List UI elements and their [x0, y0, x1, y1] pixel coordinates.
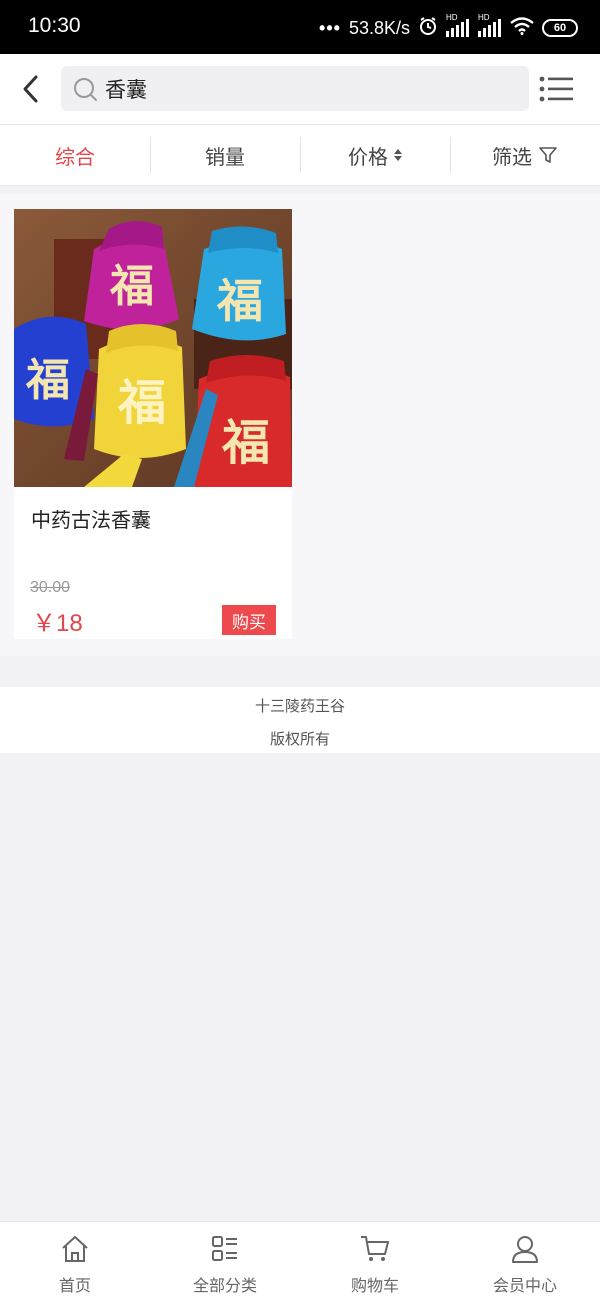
product-original-price: 30.00	[30, 579, 71, 596]
nav-label: 会员中心	[492, 1276, 557, 1295]
tab-sales[interactable]: 销量	[150, 125, 300, 185]
copyright-footer: 十三陵药王谷 版权所有	[0, 687, 600, 753]
search-header	[0, 54, 600, 124]
svg-text:福: 福	[216, 274, 263, 328]
chevron-left-icon	[23, 75, 38, 103]
tab-comprehensive[interactable]: 综合	[0, 125, 150, 185]
signal-icon-1: HD	[446, 13, 470, 37]
category-icon	[208, 1232, 242, 1266]
sort-tabs: 综合 销量 价格 筛选	[0, 124, 600, 186]
product-name: 中药古法香囊	[31, 508, 151, 532]
nav-cart[interactable]: 购物车	[300, 1222, 450, 1301]
search-input[interactable]	[105, 76, 505, 101]
network-speed: 53.8K/s	[348, 17, 410, 38]
nav-member-center[interactable]: 会员中心	[450, 1222, 600, 1301]
list-menu-button[interactable]	[534, 68, 578, 110]
search-box[interactable]	[61, 66, 529, 111]
tab-filter[interactable]: 筛选	[450, 125, 600, 185]
bottom-nav: 首页 全部分类 购物车 会员中心	[0, 1221, 600, 1301]
user-icon	[508, 1232, 542, 1266]
more-dots-icon: •••	[319, 17, 341, 38]
copyright-text: 版权所有	[269, 730, 330, 748]
list-icon	[539, 76, 573, 102]
home-icon	[58, 1232, 92, 1266]
nav-label: 全部分类	[192, 1276, 257, 1295]
product-card[interactable]: 福 福 福 福 福 中药古法香囊 30.00 ￥18 购买	[14, 209, 292, 639]
company-name: 十三陵药王谷	[254, 697, 345, 715]
nav-home[interactable]: 首页	[0, 1222, 150, 1301]
nav-label: 购物车	[350, 1276, 399, 1295]
search-icon	[71, 75, 99, 103]
svg-text:福: 福	[109, 261, 154, 312]
signal-icon-2: HD	[478, 13, 502, 37]
cart-icon	[358, 1232, 392, 1266]
nav-categories[interactable]: 全部分类	[150, 1222, 300, 1301]
back-button[interactable]	[10, 68, 52, 110]
product-list: 福 福 福 福 福 中药古法香囊 30.00 ￥18 购买	[0, 194, 600, 656]
tab-label: 筛选	[492, 144, 532, 169]
buy-button[interactable]: 购买	[222, 605, 276, 635]
svg-text:福: 福	[25, 355, 70, 406]
tab-price[interactable]: 价格	[300, 125, 450, 185]
svg-text:福: 福	[117, 375, 166, 431]
nav-label: 首页	[58, 1276, 91, 1295]
status-indicators: ••• 53.8K/s HD HD 60	[319, 13, 578, 42]
wifi-icon	[510, 16, 534, 40]
status-time: 10:30	[28, 14, 81, 37]
battery-icon: 60	[542, 19, 578, 37]
sort-arrows-icon	[394, 149, 402, 161]
tab-label: 销量	[205, 144, 245, 169]
product-price: ￥18	[32, 610, 83, 637]
status-bar: 10:30 ••• 53.8K/s HD HD 60	[0, 0, 600, 54]
filter-icon	[539, 147, 557, 163]
tab-label: 综合	[55, 144, 95, 169]
svg-text:福: 福	[221, 415, 270, 471]
product-image: 福 福 福 福 福	[14, 209, 292, 487]
alarm-icon	[418, 16, 438, 41]
tab-label: 价格	[348, 144, 388, 169]
